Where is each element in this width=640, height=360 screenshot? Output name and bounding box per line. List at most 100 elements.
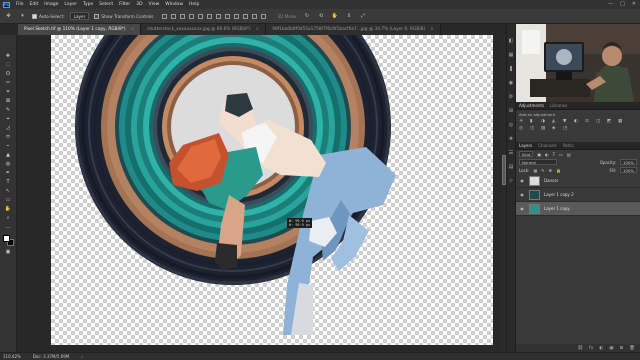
visibility-eye-icon[interactable]: ◉ — [519, 192, 525, 197]
tab-shutterstock[interactable]: shutterstock_xxxxxxxxxx.jpg @ 66.6% (RGB… — [141, 24, 267, 35]
menu-type[interactable]: Type — [83, 2, 93, 7]
align-right-icon[interactable] — [207, 13, 213, 19]
link-layers-icon[interactable]: ⛓ — [577, 346, 583, 351]
align-vcenter-icon[interactable] — [171, 13, 177, 19]
tab-channels[interactable]: Channels — [538, 143, 557, 148]
filter-type-icon[interactable]: T — [553, 152, 555, 157]
menu-layer[interactable]: Layer — [64, 2, 77, 7]
brightness-contrast-icon[interactable]: ☀ — [519, 119, 526, 124]
frame-tool-icon[interactable]: ⊠ — [4, 98, 13, 104]
history-brush-tool-icon[interactable]: ⌁ — [4, 143, 13, 149]
marquee-tool-icon[interactable]: ⬚ — [4, 62, 13, 68]
adjustments-panel-icon[interactable]: ◎ — [509, 122, 513, 128]
menu-filter[interactable]: Filter — [119, 2, 130, 7]
edit-toolbar-icon[interactable]: … — [4, 224, 13, 230]
distribute-top-icon[interactable] — [216, 13, 222, 19]
canvas-area[interactable]: W: 99.9 px H: 99.9 px — [17, 35, 506, 352]
properties-panel-icon[interactable]: ❚ — [509, 66, 513, 72]
foreground-color-swatch[interactable] — [2, 235, 10, 242]
menu-edit[interactable]: Edit — [30, 2, 39, 7]
layer-row-selected[interactable]: ◉ Layer 1 copy — [516, 202, 640, 216]
menu-view[interactable]: View — [149, 2, 160, 7]
status-arrow-icon[interactable]: › — [81, 354, 83, 359]
layer-mask-icon[interactable]: ▣ — [609, 346, 613, 351]
move-tool-icon[interactable]: ✥ — [4, 12, 13, 21]
adjustment-layer-icon[interactable]: ◐ — [599, 346, 603, 351]
libraries-panel-icon[interactable]: ⊞ — [509, 108, 513, 114]
tab-close-icon[interactable]: × — [430, 27, 434, 32]
distribute-bottom-icon[interactable] — [234, 13, 240, 19]
3d-rotate-icon[interactable]: ↻ — [302, 12, 311, 21]
show-transform-controls-checkbox[interactable]: Show Transform Controls — [94, 13, 153, 19]
menu-3d[interactable]: 3D — [136, 2, 142, 7]
tab-pixel-sketch[interactable]: Pixel Sketch.tif @ 110% (Layer 1 copy, R… — [18, 24, 142, 35]
tab-paths[interactable]: Paths — [563, 143, 574, 148]
swatches-panel-icon[interactable]: ▦ — [509, 52, 514, 58]
align-bottom-icon[interactable] — [180, 13, 186, 19]
brush-settings-icon[interactable]: ⚙ — [509, 94, 513, 100]
crop-tool-icon[interactable]: ⌗ — [4, 89, 13, 95]
vibrance-icon[interactable]: ▼ — [563, 119, 570, 124]
tab-third-document[interactable]: 99f1ba0b8f0d55a1758f7f6c6f1bacf0a7...jpg… — [266, 24, 441, 35]
black-white-icon[interactable]: ◫ — [596, 119, 603, 124]
distribute-hcenter-icon[interactable] — [252, 13, 258, 19]
tab-adjustments[interactable]: Adjustments — [519, 103, 544, 108]
type-tool-icon[interactable]: T — [4, 179, 13, 185]
close-window-button[interactable]: ✕ — [632, 1, 636, 7]
gradient-map-icon[interactable]: ◳ — [563, 126, 570, 131]
maximize-button[interactable]: □ — [620, 1, 625, 7]
pen-tool-icon[interactable]: ✒ — [4, 170, 13, 176]
tab-close-icon[interactable]: × — [131, 27, 135, 32]
quick-select-tool-icon[interactable]: ✂ — [4, 80, 13, 86]
align-left-icon[interactable] — [189, 13, 195, 19]
blend-mode-select[interactable]: Normal — [519, 159, 557, 165]
glyphs-panel-icon[interactable]: ⟐ — [509, 178, 513, 184]
align-hcenter-icon[interactable] — [198, 13, 204, 19]
zoom-tool-icon[interactable]: ⌕ — [4, 215, 13, 221]
auto-select-checkbox[interactable]: Auto-Select: — [32, 13, 65, 19]
move-tool-icon[interactable]: ✥ — [4, 53, 13, 59]
filter-pixel-icon[interactable]: ▣ — [537, 152, 541, 157]
lock-all-icon[interactable]: 🔒 — [556, 168, 561, 173]
3d-roll-icon[interactable]: ⟲ — [316, 12, 325, 21]
filter-adjustment-icon[interactable]: ◐ — [545, 152, 549, 157]
eyedropper-tool-icon[interactable]: ✎ — [4, 107, 13, 113]
visibility-eye-icon[interactable]: ◉ — [519, 206, 525, 211]
character-panel-icon[interactable]: ▤ — [509, 164, 514, 170]
quick-mask-icon[interactable]: ▣ — [4, 249, 13, 255]
rectangle-tool-icon[interactable]: ▭ — [4, 197, 13, 203]
distribute-vcenter-icon[interactable] — [225, 13, 231, 19]
lock-transparency-icon[interactable]: ▦ — [533, 168, 537, 173]
visibility-eye-icon[interactable]: ◉ — [519, 178, 525, 183]
layer-row[interactable]: ◉ Dancer — [516, 174, 640, 188]
color-swatches[interactable] — [2, 235, 14, 246]
hand-tool-icon[interactable]: ✋ — [4, 206, 13, 212]
styles-panel-icon[interactable]: ❖ — [509, 136, 513, 142]
gradient-tool-icon[interactable]: ◍ — [4, 161, 13, 167]
path-selection-tool-icon[interactable]: ↖ — [4, 188, 13, 194]
lasso-tool-icon[interactable]: ʘ — [4, 71, 13, 77]
auto-select-target-select[interactable]: Layer — [69, 12, 90, 20]
3d-pan-icon[interactable]: ✋ — [330, 12, 339, 21]
tab-libraries[interactable]: Libraries — [550, 103, 567, 108]
delete-layer-icon[interactable]: 🗑 — [629, 346, 635, 351]
invert-icon[interactable]: ◫ — [530, 126, 537, 131]
brush-tool-icon[interactable]: ◿ — [4, 125, 13, 131]
tab-layers[interactable]: Layers — [519, 143, 532, 148]
layer-kind-filter[interactable]: Kind — [519, 151, 534, 157]
fill-input[interactable]: 100% — [620, 167, 637, 173]
posterize-icon[interactable]: ▨ — [541, 126, 548, 131]
channel-mixer-icon[interactable]: ▦ — [618, 119, 625, 124]
threshold-icon[interactable]: ◈ — [552, 126, 559, 131]
tab-close-icon[interactable]: × — [256, 27, 260, 32]
document-canvas[interactable]: W: 99.9 px H: 99.9 px — [51, 35, 493, 345]
zoom-level[interactable]: 110.42% — [3, 354, 21, 359]
color-balance-icon[interactable]: ⚖ — [585, 119, 592, 124]
filter-smart-icon[interactable]: ▤ — [567, 152, 571, 157]
exposure-icon[interactable]: ◭ — [552, 119, 559, 124]
new-layer-icon[interactable]: ⊞ — [620, 346, 624, 351]
curves-icon[interactable]: ◑ — [541, 119, 548, 124]
layer-row[interactable]: ◉ Layer 1 copy 2 — [516, 188, 640, 202]
lock-position-icon[interactable]: ✥ — [549, 168, 552, 173]
menu-image[interactable]: Image — [44, 2, 58, 7]
